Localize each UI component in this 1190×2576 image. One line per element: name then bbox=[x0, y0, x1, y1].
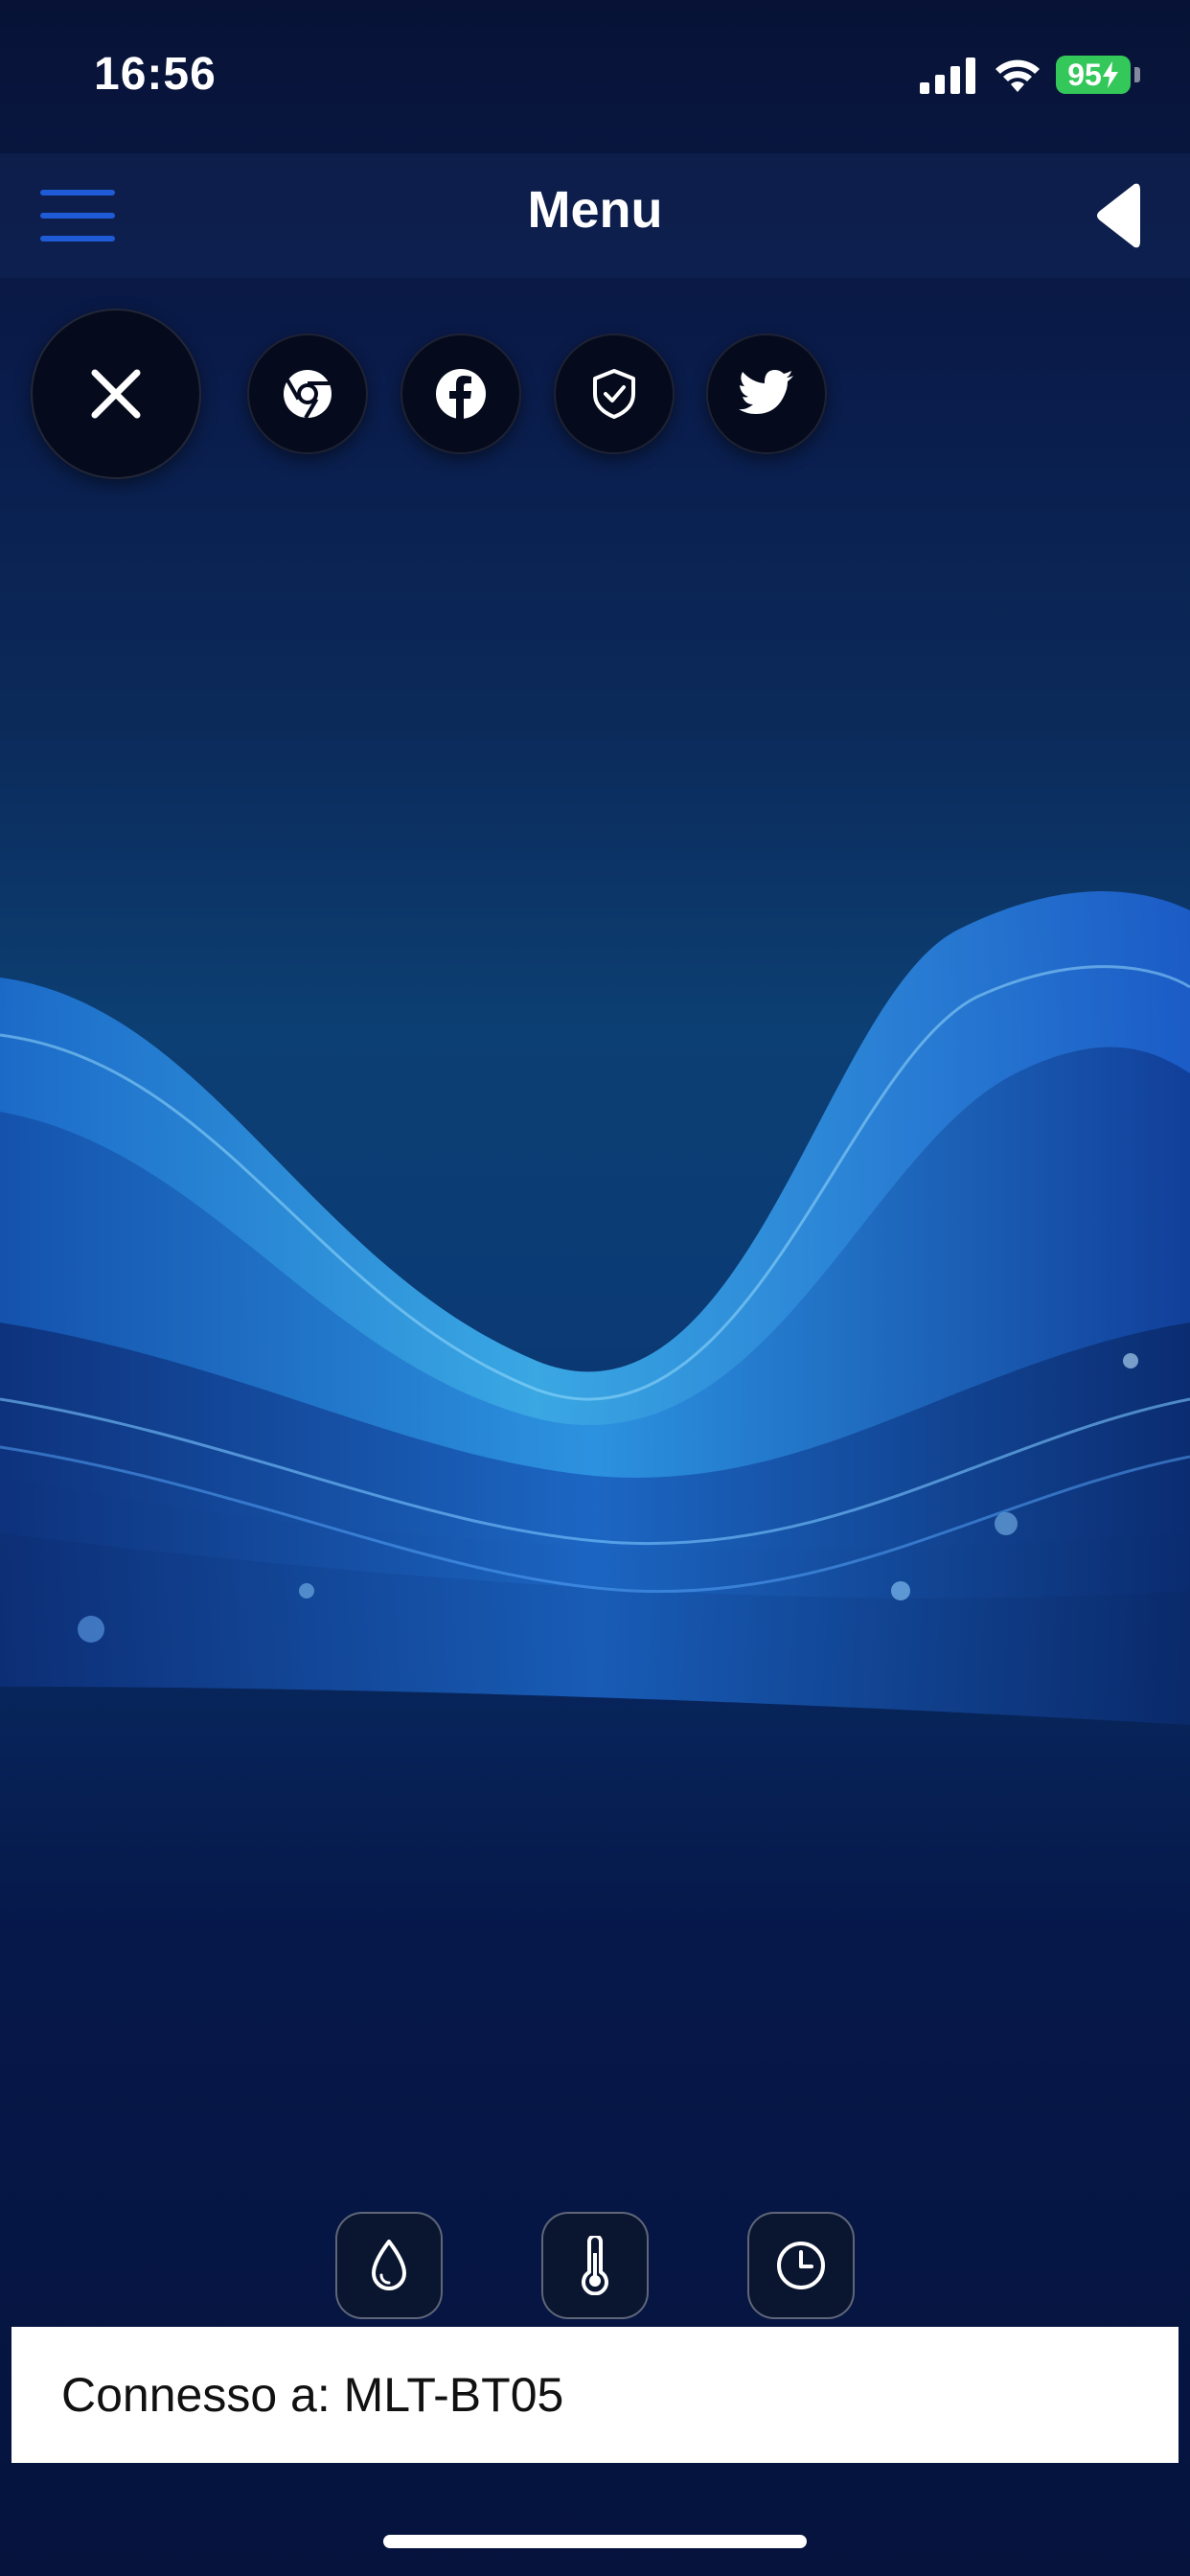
home-indicator[interactable] bbox=[383, 2535, 807, 2548]
wifi-icon bbox=[995, 59, 1040, 92]
thermometer-icon bbox=[582, 2236, 608, 2295]
close-button[interactable] bbox=[31, 309, 201, 479]
back-triangle-icon[interactable] bbox=[1092, 182, 1150, 249]
facebook-button[interactable] bbox=[400, 334, 521, 454]
security-button[interactable] bbox=[554, 334, 675, 454]
facebook-icon bbox=[436, 369, 486, 419]
cellular-signal-icon bbox=[920, 58, 975, 94]
water-drop-icon bbox=[372, 2240, 406, 2290]
charging-bolt-icon bbox=[1102, 61, 1118, 88]
clock-icon bbox=[777, 2242, 825, 2289]
humidity-button[interactable] bbox=[335, 2212, 443, 2319]
status-time: 16:56 bbox=[94, 49, 217, 100]
connection-status-bar: Connesso a: MLT-BT05 bbox=[11, 2327, 1179, 2463]
clock-button[interactable] bbox=[747, 2212, 855, 2319]
battery-level: 95 bbox=[1067, 57, 1102, 92]
battery-tip bbox=[1134, 67, 1140, 82]
page-title: Menu bbox=[527, 181, 663, 239]
twitter-icon bbox=[739, 370, 793, 414]
twitter-button[interactable] bbox=[706, 334, 827, 454]
nav-bar: Menu bbox=[0, 153, 1190, 278]
close-icon bbox=[91, 369, 141, 419]
chrome-button[interactable] bbox=[247, 334, 368, 454]
shield-check-icon bbox=[593, 369, 635, 419]
wave-background-image bbox=[0, 891, 1190, 1725]
temperature-button[interactable] bbox=[541, 2212, 649, 2319]
connection-status-text: Connesso a: MLT-BT05 bbox=[61, 2368, 564, 2422]
chrome-icon bbox=[284, 370, 332, 420]
battery-indicator: 95 bbox=[1056, 56, 1131, 94]
status-bar: 16:56 95 bbox=[0, 0, 1190, 153]
